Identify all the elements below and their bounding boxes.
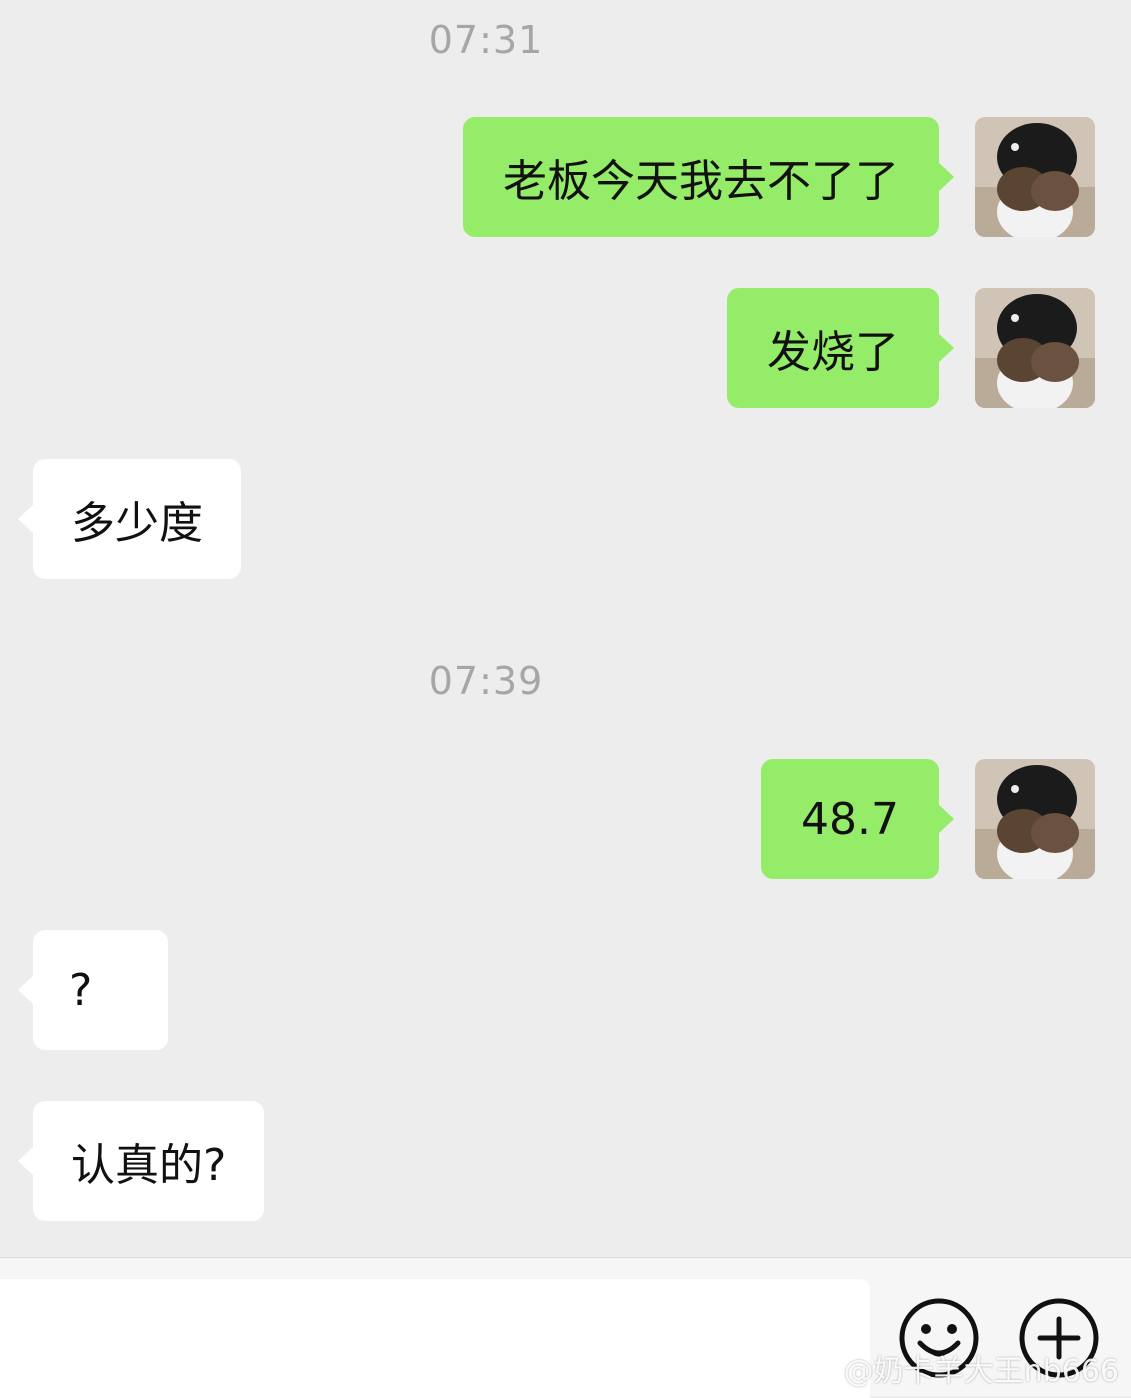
weibo-logo-icon (798, 1348, 838, 1388)
message-row-sent: 老板今天我去不了了 (0, 117, 1131, 237)
message-row-sent: 发烧了 (0, 288, 1131, 408)
timestamp: 07:31 (428, 18, 544, 62)
message-text: 多少度 (71, 498, 203, 549)
message-text: 老板今天我去不了了 (503, 156, 899, 207)
message-text: 认真的? (71, 1140, 227, 1191)
message-row-received: ? (0, 930, 1131, 1050)
sent-message-bubble[interactable]: 老板今天我去不了了 (463, 117, 954, 237)
received-message-bubble[interactable]: 认真的? (18, 1101, 265, 1221)
message-row-received: 多少度 (0, 459, 1131, 579)
message-input[interactable] (0, 1279, 870, 1398)
message-text: ? (69, 964, 93, 1016)
input-bar: @奶卡羊大王nb666 (0, 1257, 1131, 1398)
message-text: 48.7 (801, 793, 899, 845)
sent-message-bubble[interactable]: 发烧了 (727, 288, 954, 408)
bubble-tail (18, 504, 34, 534)
message-row-received: 认真的? (0, 1101, 1131, 1221)
message-row-sent: 48.7 (0, 759, 1131, 879)
bubble-tail (938, 804, 954, 834)
message-text: 发烧了 (767, 327, 899, 378)
avatar[interactable] (975, 759, 1095, 879)
bubble-tail (938, 333, 954, 363)
bubble-tail (18, 1146, 34, 1176)
bubble-tail (18, 975, 34, 1005)
avatar[interactable] (975, 288, 1095, 408)
avatar[interactable] (975, 117, 1095, 237)
sent-message-bubble[interactable]: 48.7 (761, 759, 954, 879)
watermark-text: @奶卡羊大王nb666 (843, 1354, 1119, 1389)
bubble-tail (938, 162, 954, 192)
timestamp: 07:39 (428, 659, 544, 703)
received-message-bubble[interactable]: 多少度 (18, 459, 241, 579)
watermark: @奶卡羊大王nb666 (798, 1346, 1119, 1390)
received-message-bubble[interactable]: ? (18, 930, 168, 1050)
